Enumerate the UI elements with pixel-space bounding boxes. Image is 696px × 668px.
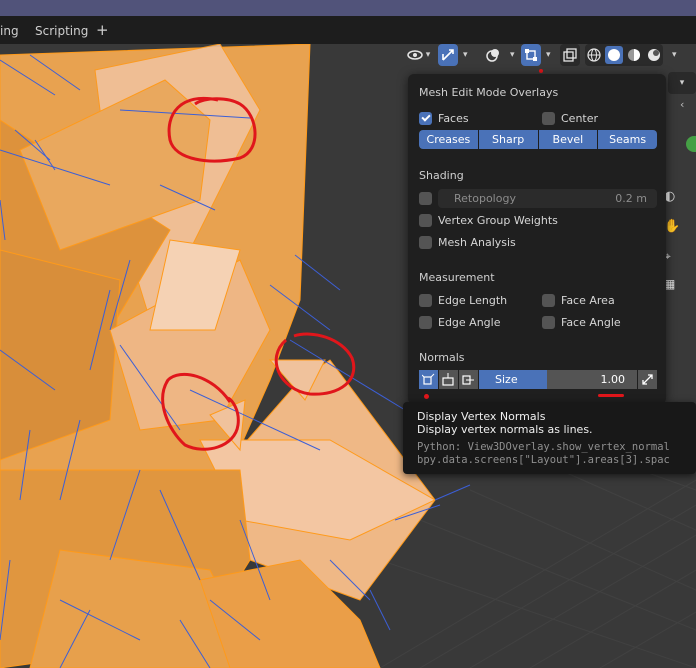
retopology-label: Retopology — [454, 192, 516, 205]
normals-section-title: Normals — [419, 351, 465, 364]
xray-toggle[interactable] — [560, 44, 580, 66]
size-label: Size — [495, 373, 518, 386]
navigation-gizmo-axis[interactable] — [686, 136, 696, 152]
face-normals-icon — [462, 375, 474, 385]
mesh-analysis-checkbox[interactable]: Mesh Analysis — [419, 234, 516, 250]
edge-marks-segment: Creases Sharp Bevel Seams — [419, 130, 657, 149]
shading-chevron-icon[interactable]: ▾ — [672, 50, 677, 60]
sidebar-toggle-icon[interactable]: ‹ — [680, 98, 692, 122]
workspace-tabbar: ing Scripting + — [0, 16, 696, 44]
tooltip: Display Vertex Normals Display vertex no… — [403, 402, 696, 474]
ortho-icon[interactable]: ▦ — [664, 277, 680, 293]
split-normals-toggle[interactable] — [439, 370, 458, 389]
mesh-overlay-icon — [522, 46, 540, 64]
split-normals-icon — [442, 373, 454, 386]
rendered-shading-icon[interactable] — [645, 46, 663, 64]
tooltip-title: Display Vertex Normals — [417, 410, 546, 423]
center-label: Center — [561, 111, 599, 125]
expand-icon — [642, 374, 653, 385]
camera-icon[interactable]: ⌖ — [664, 249, 680, 265]
gizmo-chevron-icon[interactable]: ▾ — [463, 50, 468, 60]
options-chevron-icon: ▾ — [679, 78, 685, 88]
bevel-toggle[interactable]: Bevel — [538, 130, 598, 149]
tab-sculpting[interactable]: ing — [0, 24, 19, 38]
chevron-down-icon: ▾ — [425, 50, 431, 60]
overlay-chevron-icon[interactable]: ▾ — [510, 50, 515, 60]
vertex-group-weights-check-icon — [419, 213, 432, 227]
overlay-icon — [484, 46, 502, 64]
solid-shading-icon[interactable] — [605, 46, 623, 64]
retopology-checkbox[interactable] — [419, 190, 438, 206]
face-angle-checkbox[interactable]: Face Angle — [542, 314, 621, 330]
measurement-section-title: Measurement — [419, 271, 495, 284]
viewport-header: ▾ ▾ ▾ ▾ ▾ — [400, 44, 696, 73]
zoom-icon[interactable]: ◐ — [664, 189, 680, 205]
face-angle-check-icon — [542, 315, 555, 329]
annotation-dot — [539, 69, 543, 73]
gizmo-toggle[interactable] — [438, 44, 458, 66]
edge-length-check-icon — [419, 293, 432, 307]
normals-size-slider[interactable]: Size 1.00 — [479, 370, 637, 389]
annotation-underline — [598, 394, 624, 397]
seams-toggle[interactable]: Seams — [598, 130, 657, 149]
faces-checkbox[interactable]: Faces — [419, 110, 469, 126]
faces-label: Faces — [438, 111, 469, 125]
tab-scripting[interactable]: Scripting — [35, 24, 88, 38]
sharp-toggle[interactable]: Sharp — [478, 130, 538, 149]
visibility-icon — [406, 46, 424, 64]
material-shading-icon[interactable] — [625, 46, 643, 64]
normals-controls: Size 1.00 — [419, 370, 657, 389]
mesh-overlay-toggle[interactable] — [521, 44, 541, 66]
center-checkbox[interactable]: Center — [542, 110, 598, 126]
blender-window: ing Scripting + ▾ ▾ ▾ ▾ ▾ ▾ ◐ ✋ ⌖ ▦ ‹ Me… — [0, 0, 696, 668]
face-area-label: Face Area — [561, 293, 615, 307]
constant-screen-size-toggle[interactable] — [638, 370, 657, 389]
visibility-dropdown[interactable]: ▾ — [402, 44, 434, 66]
vertex-normals-icon — [422, 373, 435, 385]
creases-toggle[interactable]: Creases — [419, 130, 478, 149]
edge-length-label: Edge Length — [438, 293, 508, 307]
retopology-check-icon — [419, 191, 432, 205]
mesh-overlay-chevron-icon[interactable]: ▾ — [546, 50, 551, 60]
face-area-check-icon — [542, 293, 555, 307]
mesh-edit-overlays-panel: Mesh Edit Mode Overlays Faces Center Cre… — [408, 74, 666, 404]
faces-check-icon — [419, 111, 432, 125]
center-check-icon — [542, 111, 555, 125]
size-value: 1.00 — [600, 373, 626, 386]
gizmo-icon — [439, 46, 457, 64]
face-angle-label: Face Angle — [561, 315, 621, 329]
title-strip — [0, 0, 696, 16]
overlay-toggle[interactable] — [482, 44, 504, 66]
tooltip-description: Display vertex normals as lines. — [417, 423, 593, 436]
shading-mode-group — [585, 44, 663, 66]
mesh-analysis-label: Mesh Analysis — [438, 235, 516, 249]
vertex-group-weights-label: Vertex Group Weights — [438, 213, 558, 227]
edge-angle-check-icon — [419, 315, 432, 329]
edge-angle-checkbox[interactable]: Edge Angle — [419, 314, 500, 330]
hand-icon[interactable]: ✋ — [664, 219, 680, 235]
xray-icon — [561, 46, 579, 64]
vertex-normals-toggle[interactable] — [419, 370, 438, 389]
face-area-checkbox[interactable]: Face Area — [542, 292, 615, 308]
vertex-group-weights-checkbox[interactable]: Vertex Group Weights — [419, 212, 558, 228]
edge-length-checkbox[interactable]: Edge Length — [419, 292, 507, 308]
annotation-dot — [424, 394, 429, 399]
shading-section-title: Shading — [419, 169, 464, 182]
mesh-faces — [0, 44, 437, 668]
edge-angle-label: Edge Angle — [438, 315, 501, 329]
tooltip-bpy-path: bpy.data.screens["Layout"].areas[3].spac — [417, 454, 670, 466]
face-normals-toggle[interactable] — [459, 370, 478, 389]
retopology-value: 0.2 m — [615, 192, 647, 205]
mesh-analysis-check-icon — [419, 235, 432, 249]
add-workspace-button[interactable]: + — [96, 21, 109, 39]
options-dropdown[interactable]: ▾ — [668, 72, 696, 94]
retopology-offset-field[interactable]: Retopology 0.2 m — [438, 189, 657, 208]
tooltip-python: Python: View3DOverlay.show_vertex_normal — [417, 441, 670, 453]
wireframe-shading-icon[interactable] — [585, 46, 603, 64]
panel-title: Mesh Edit Mode Overlays — [419, 86, 559, 99]
